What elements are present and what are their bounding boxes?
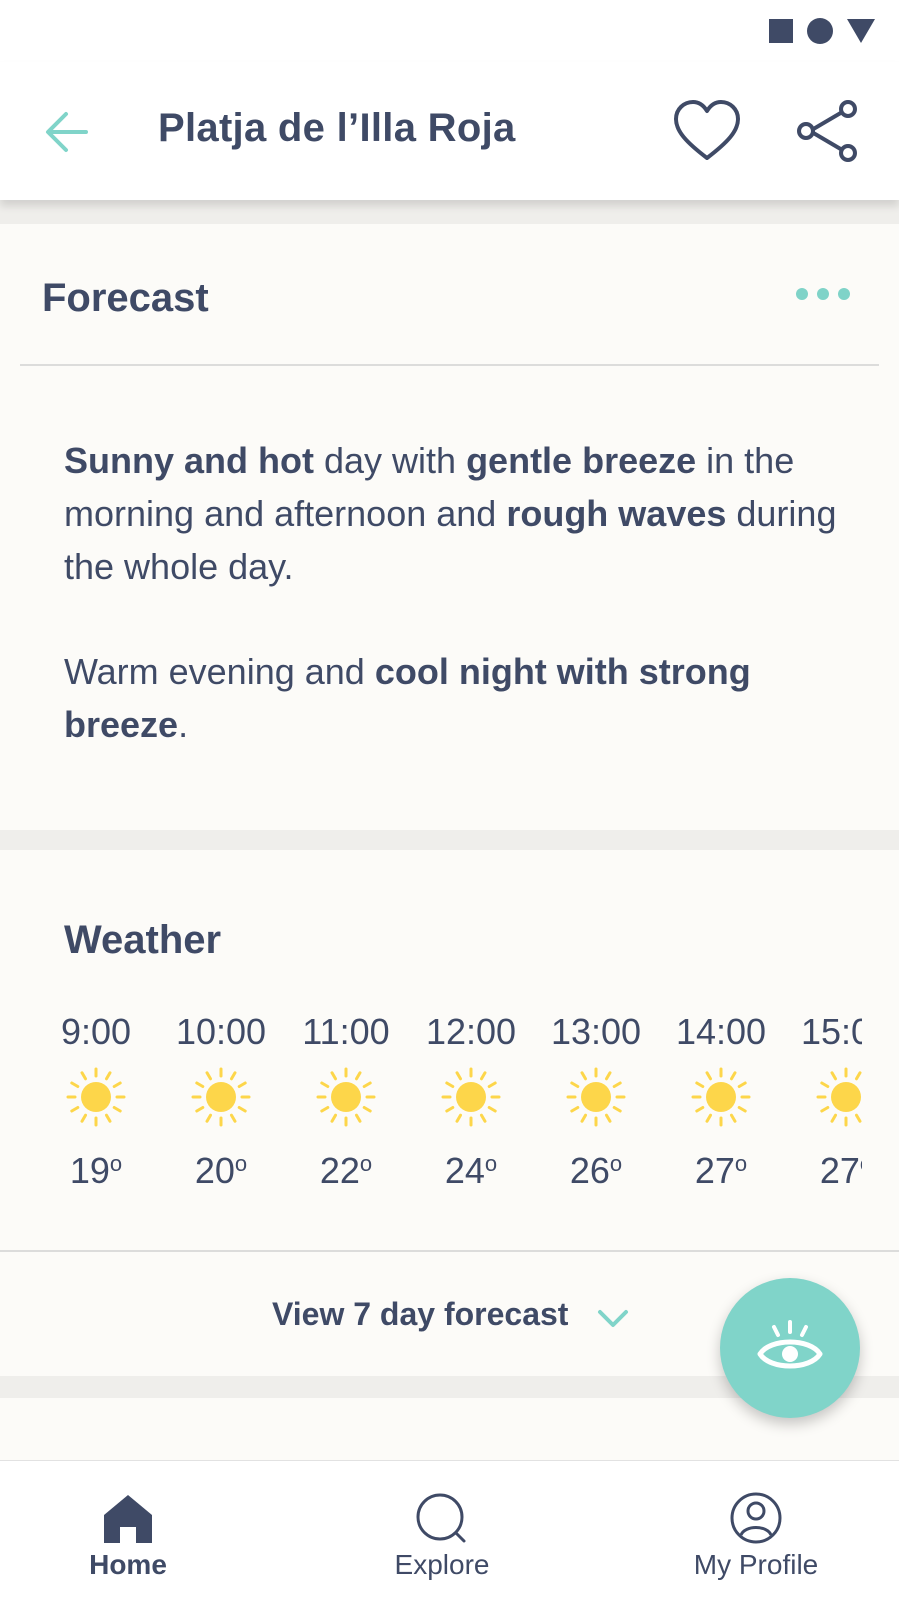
sun-icon bbox=[691, 1067, 751, 1127]
arrow-left-icon bbox=[46, 112, 88, 152]
hour-temperature: 20o bbox=[194, 1150, 248, 1191]
sun-icon bbox=[441, 1067, 501, 1127]
forecast-heading: Forecast bbox=[42, 276, 209, 320]
more-dot-icon bbox=[838, 288, 850, 300]
status-square-icon bbox=[769, 19, 793, 43]
sun-icon bbox=[566, 1067, 626, 1127]
hour-column: 14:00 27o bbox=[657, 1010, 785, 1192]
share-button[interactable] bbox=[796, 98, 862, 164]
hour-temperature: 22o bbox=[319, 1150, 373, 1191]
back-button[interactable] bbox=[40, 104, 96, 160]
app-bar: Platja de l’Illa Roja bbox=[0, 62, 899, 200]
search-icon bbox=[416, 1493, 466, 1543]
hour-column: 9:00 19o bbox=[32, 1010, 160, 1192]
nav-item-home[interactable]: Home bbox=[28, 1491, 228, 1581]
chevron-down-icon bbox=[598, 1310, 628, 1327]
hourly-forecast-strip[interactable]: 9:00 19o 10:00 20o 11:00 22o 12:00 24o 13:00 26o 1… bbox=[0, 1010, 862, 1210]
home-icon bbox=[104, 1495, 152, 1543]
forecast-paragraph: Sunny and hot day with gentle breeze in … bbox=[64, 440, 837, 587]
hour-time: 11:00 bbox=[302, 1011, 390, 1052]
hour-time: 14:00 bbox=[675, 1011, 767, 1052]
more-dot-icon bbox=[817, 288, 829, 300]
hour-column: 12:00 24o bbox=[407, 1010, 535, 1192]
sun-icon bbox=[191, 1067, 251, 1127]
nav-item-my-profile[interactable]: My Profile bbox=[656, 1491, 856, 1581]
status-bar bbox=[0, 0, 899, 62]
profile-icon bbox=[730, 1492, 782, 1544]
hour-column: 11:00 22o bbox=[282, 1010, 410, 1192]
hour-time: 9:00 bbox=[60, 1011, 132, 1052]
weather-heading: Weather bbox=[64, 918, 222, 962]
nav-label-explore: Explore bbox=[394, 1549, 490, 1580]
hour-temperature: 27o bbox=[819, 1150, 862, 1191]
forecast-summary: Sunny and hot day with gentle breeze in … bbox=[64, 434, 854, 751]
heart-icon bbox=[674, 100, 740, 160]
share-icon bbox=[797, 100, 857, 162]
hour-temperature: 19o bbox=[69, 1150, 123, 1191]
more-dot-icon bbox=[796, 288, 808, 300]
status-triangle-icon bbox=[847, 19, 875, 43]
hour-column: 15:00 27o bbox=[782, 1010, 862, 1192]
hour-time: 15:00 bbox=[800, 1011, 862, 1052]
page-title: Platja de l’Illa Roja bbox=[158, 106, 516, 150]
eye-icon bbox=[757, 1320, 823, 1369]
hour-column: 13:00 26o bbox=[532, 1010, 660, 1192]
forecast-card: Forecast Sunny and hot day with gentle b… bbox=[0, 224, 899, 830]
nav-item-explore[interactable]: Explore bbox=[342, 1491, 542, 1581]
view-fab-button[interactable] bbox=[720, 1278, 860, 1418]
hour-time: 10:00 bbox=[175, 1011, 267, 1052]
view-forecast-label: View 7 day forecast bbox=[272, 1296, 569, 1332]
favorite-button[interactable] bbox=[672, 98, 742, 164]
sun-icon bbox=[66, 1067, 126, 1127]
hour-temperature: 27o bbox=[694, 1150, 748, 1191]
status-circle-icon bbox=[807, 18, 833, 44]
nav-label-home: Home bbox=[89, 1549, 167, 1580]
status-icons bbox=[769, 18, 875, 44]
more-options-button[interactable] bbox=[796, 288, 850, 300]
hour-time: 13:00 bbox=[550, 1011, 642, 1052]
sun-icon bbox=[816, 1067, 862, 1127]
forecast-paragraph: Warm evening and cool night with strong … bbox=[64, 651, 751, 745]
hour-column: 10:00 20o bbox=[157, 1010, 285, 1192]
hour-temperature: 24o bbox=[444, 1150, 498, 1191]
divider bbox=[20, 364, 879, 366]
hour-temperature: 26o bbox=[569, 1150, 623, 1191]
hour-time: 12:00 bbox=[425, 1011, 517, 1052]
bottom-navigation: Home Explore My Profile bbox=[0, 1460, 899, 1599]
sun-icon bbox=[316, 1067, 376, 1127]
nav-label-my-profile: My Profile bbox=[693, 1549, 819, 1580]
